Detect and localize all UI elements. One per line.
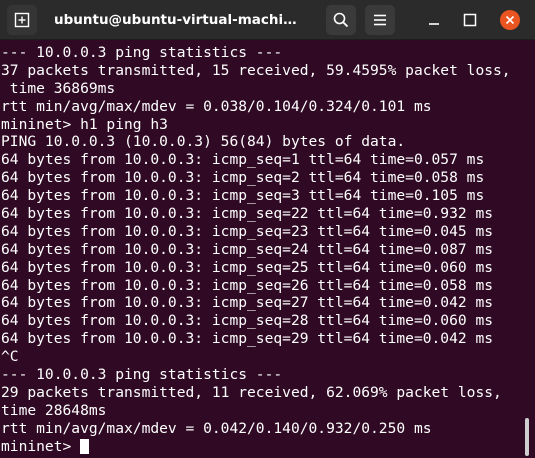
menu-button[interactable] bbox=[365, 5, 395, 35]
new-tab-button[interactable] bbox=[7, 5, 37, 35]
prompt-line[interactable]: mininet> bbox=[0, 438, 525, 456]
search-button[interactable] bbox=[326, 5, 356, 35]
scrollbar[interactable] bbox=[525, 418, 529, 456]
terminal-line: rtt min/avg/max/mdev = 0.042/0.140/0.932… bbox=[1, 419, 432, 437]
terminal-line: 64 bytes from 10.0.0.3: icmp_seq=27 ttl=… bbox=[1, 294, 494, 312]
text-cursor bbox=[80, 438, 90, 454]
terminal-line: 64 bytes from 10.0.0.3: icmp_seq=2 ttl=6… bbox=[1, 169, 485, 187]
terminal-line: 64 bytes from 10.0.0.3: icmp_seq=23 ttl=… bbox=[1, 222, 494, 240]
terminal-line: time 36869ms bbox=[1, 79, 116, 97]
window-title: ubuntu@ubuntu-virtual-machine: ~ bbox=[54, 12, 306, 28]
close-icon bbox=[505, 15, 515, 25]
terminal-line: rtt min/avg/max/mdev = 0.038/0.104/0.324… bbox=[1, 97, 432, 115]
terminal-line: time 28648ms bbox=[1, 401, 107, 419]
terminal-line: 64 bytes from 10.0.0.3: icmp_seq=24 ttl=… bbox=[1, 240, 494, 258]
close-button[interactable] bbox=[500, 10, 520, 30]
terminal-line: 64 bytes from 10.0.0.3: icmp_seq=26 ttl=… bbox=[1, 276, 494, 294]
terminal-line: 37 packets transmitted, 15 received, 59.… bbox=[1, 61, 511, 79]
terminal-line: 64 bytes from 10.0.0.3: icmp_seq=22 ttl=… bbox=[1, 205, 494, 223]
terminal-line: 64 bytes from 10.0.0.3: icmp_seq=25 ttl=… bbox=[1, 258, 494, 276]
terminal-line: ^C bbox=[1, 348, 19, 366]
terminal-line: mininet> h1 ping h3 bbox=[1, 115, 168, 133]
terminal-line: --- 10.0.0.3 ping statistics --- bbox=[1, 366, 283, 384]
maximize-icon bbox=[463, 13, 477, 27]
minimize-icon bbox=[429, 23, 439, 25]
maximize-button[interactable] bbox=[460, 10, 480, 30]
terminal-line: 64 bytes from 10.0.0.3: icmp_seq=1 ttl=6… bbox=[1, 151, 485, 169]
terminal-line: 29 packets transmitted, 11 received, 62.… bbox=[1, 383, 502, 401]
terminal-line: --- 10.0.0.3 ping statistics --- bbox=[1, 44, 283, 61]
terminal-line: 64 bytes from 10.0.0.3: icmp_seq=29 ttl=… bbox=[1, 330, 494, 348]
terminal-output[interactable]: --- 10.0.0.3 ping statistics --- 37 pack… bbox=[0, 44, 525, 458]
new-tab-icon bbox=[14, 12, 30, 28]
terminal-window: ubuntu@ubuntu-virtual-machine: ~ --- 10.… bbox=[0, 0, 535, 458]
search-icon bbox=[333, 12, 349, 28]
hamburger-menu-icon bbox=[374, 14, 386, 26]
minimize-button[interactable] bbox=[424, 10, 444, 30]
terminal-line: 64 bytes from 10.0.0.3: icmp_seq=28 ttl=… bbox=[1, 312, 494, 330]
terminal-line: 64 bytes from 10.0.0.3: icmp_seq=3 ttl=6… bbox=[1, 187, 485, 205]
shell-prompt: mininet> bbox=[1, 437, 81, 455]
title-bar[interactable]: ubuntu@ubuntu-virtual-machine: ~ bbox=[0, 0, 535, 40]
terminal-line: PING 10.0.0.3 (10.0.0.3) 56(84) bytes of… bbox=[1, 133, 406, 151]
